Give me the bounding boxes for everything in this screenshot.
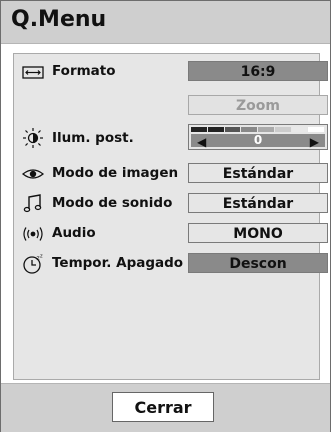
backlight-bar: ◀ 0 ▶: [191, 133, 325, 149]
menu-label-formato: Formato: [52, 63, 116, 79]
backlight-scale-segment: [207, 127, 224, 132]
sleep-timer-icon: z z: [22, 253, 44, 275]
backlight-scale-segment: [241, 127, 257, 132]
close-button[interactable]: Cerrar: [112, 392, 214, 422]
picture-mode-value[interactable]: Estándar: [188, 163, 328, 183]
backlight-slider[interactable]: ◀ 0 ▶: [188, 124, 328, 150]
audio-value[interactable]: MONO: [188, 223, 328, 243]
menu-row-formato[interactable]: Formato 16:9: [14, 60, 328, 84]
zoom-value: Zoom: [188, 95, 328, 115]
menu-label-picture-mode: Modo de imagen: [52, 165, 179, 181]
menu-row-zoom: Zoom: [14, 94, 328, 118]
title-bar: Q.Menu: [1, 1, 330, 44]
picture-mode-icon: [21, 163, 45, 185]
backlight-scale-segment: [258, 127, 274, 132]
footer-bar: Cerrar: [1, 383, 330, 432]
audio-icon: [22, 223, 44, 245]
backlight-scale-segment: [274, 127, 291, 132]
backlight-scale-segment: [191, 127, 207, 132]
sleep-timer-value[interactable]: Descon: [188, 253, 328, 273]
svg-text:z: z: [40, 254, 43, 260]
menu-row-audio[interactable]: Audio MONO: [14, 222, 328, 246]
menu-label-audio: Audio: [52, 225, 96, 241]
arrow-right-icon[interactable]: ▶: [310, 135, 319, 149]
menu-title: Q.Menu: [11, 7, 107, 32]
menu-row-sound-mode[interactable]: Modo de sonido Estándar: [14, 192, 328, 216]
sound-mode-value[interactable]: Estándar: [188, 193, 328, 213]
menu-label-sound-mode: Modo de sonido: [52, 195, 173, 211]
formato-value[interactable]: 16:9: [188, 61, 328, 81]
menu-list: Formato 16:9 Zoom Ilum. post. ◀ 0 ▶ Modo…: [13, 53, 328, 380]
menu-label-sleep-timer: Tempor. Apagado: [52, 255, 184, 271]
backlight-icon: [22, 127, 44, 149]
aspect-ratio-icon: [22, 61, 44, 83]
menu-label-backlight: Ilum. post.: [52, 130, 134, 146]
menu-row-picture-mode[interactable]: Modo de imagen Estándar: [14, 162, 328, 186]
backlight-value: 0: [253, 133, 263, 147]
menu-row-sleep-timer[interactable]: z z Tempor. Apagado Descon: [14, 252, 328, 276]
backlight-scale-segment: [224, 127, 241, 132]
sound-mode-icon: [22, 193, 44, 215]
quick-menu-panel: Q.Menu Formato 16:9 Zoom Ilum. post. ◀ 0…: [0, 0, 331, 432]
backlight-scale-segment: [291, 127, 308, 132]
backlight-scale-segment: [308, 127, 324, 132]
menu-row-backlight[interactable]: Ilum. post. ◀ 0 ▶: [14, 124, 328, 152]
